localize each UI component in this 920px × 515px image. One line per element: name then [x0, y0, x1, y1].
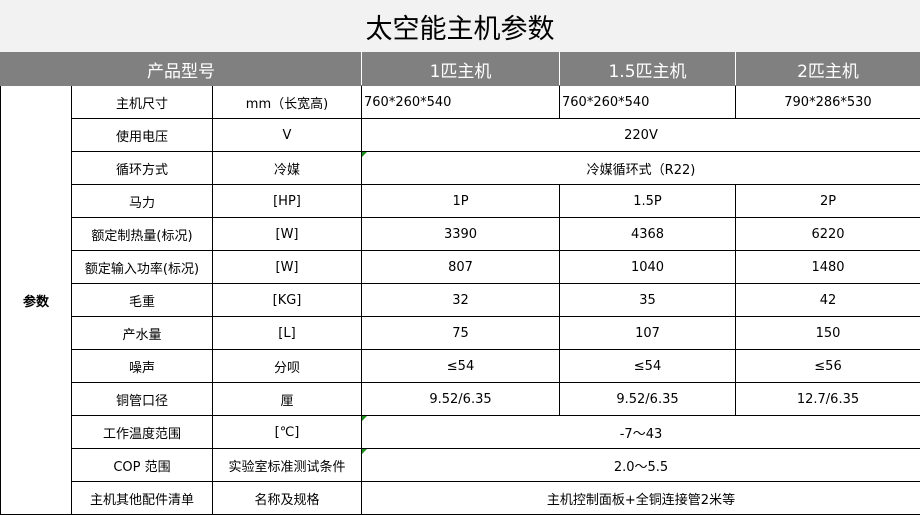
cell-value-merged: 2.0～5.5 — [361, 448, 920, 482]
row-name: 噪声 — [71, 349, 213, 383]
table-row: 主机其他配件清单 名称及规格 主机控制面板+全铜连接管2米等 — [1, 481, 920, 515]
cell-value: 3390 — [361, 217, 560, 251]
row-name: 产水量 — [71, 316, 213, 350]
cell-value: 32 — [361, 283, 560, 317]
row-name: 毛重 — [71, 283, 213, 317]
cell-value: 1040 — [559, 250, 736, 284]
table-row: 循环方式 冷媒 冷媒循环式（R22) — [1, 151, 920, 185]
table-row: 额定制热量(标况) [W] 3390 4368 6220 — [1, 217, 920, 251]
spec-table: 产品型号 1匹主机 1.5匹主机 2匹主机 参数 主机尺寸 mm（长宽高) 76… — [0, 52, 920, 515]
row-name: 额定输入功率(标况) — [71, 250, 213, 284]
header-col-3: 2匹主机 — [735, 52, 920, 86]
row-unit: 厘 — [212, 382, 362, 416]
cell-value: 1.5P — [559, 184, 736, 218]
table-row: 产水量 [L] 75 107 150 — [1, 316, 920, 350]
row-name: 使用电压 — [71, 118, 213, 152]
cell-value: 1P — [361, 184, 560, 218]
header-col-1: 1匹主机 — [361, 52, 560, 86]
cell-value: 1480 — [735, 250, 920, 284]
cell-value: 150 — [735, 316, 920, 350]
table-row: 铜管口径 厘 9.52/6.35 9.52/6.35 12.7/6.35 — [1, 382, 920, 416]
row-unit: 实验室标准测试条件 — [212, 448, 362, 482]
row-name: 铜管口径 — [71, 382, 213, 416]
table-row: 毛重 [KG] 32 35 42 — [1, 283, 920, 317]
header-product-model: 产品型号 — [0, 52, 362, 86]
row-unit: [W] — [212, 217, 362, 251]
row-name: 循环方式 — [71, 151, 213, 185]
side-label: 参数 — [0, 85, 72, 515]
table-row: 工作温度范围 [℃] -7～43 — [1, 415, 920, 449]
row-unit: [HP] — [212, 184, 362, 218]
cell-value-merged: -7～43 — [361, 415, 920, 449]
table-row: 额定输入功率(标况) [W] 807 1040 1480 — [1, 250, 920, 284]
table-header-row: 产品型号 1匹主机 1.5匹主机 2匹主机 — [0, 52, 920, 86]
cell-value: 2P — [735, 184, 920, 218]
cell-value: 4368 — [559, 217, 736, 251]
row-unit: mm（长宽高) — [212, 85, 362, 119]
table-row: 噪声 分呗 ≤54 ≤54 ≤56 — [1, 349, 920, 383]
row-unit: 冷媒 — [212, 151, 362, 185]
cell-value: ≤56 — [735, 349, 920, 383]
cell-value: 6220 — [735, 217, 920, 251]
table-row: 参数 主机尺寸 mm（长宽高) 760*260*540 760*260*540 … — [0, 85, 920, 515]
page-title: 太空能主机参数 — [0, 0, 920, 53]
row-unit: [KG] — [212, 283, 362, 317]
row-unit: V — [212, 118, 362, 152]
table-row: 马力 [HP] 1P 1.5P 2P — [1, 184, 920, 218]
cell-value: 790*286*530 — [735, 85, 920, 119]
header-col-2: 1.5匹主机 — [559, 52, 736, 86]
cell-value: ≤54 — [361, 349, 560, 383]
cell-value: 12.7/6.35 — [735, 382, 920, 416]
row-unit: [W] — [212, 250, 362, 284]
row-name: 工作温度范围 — [71, 415, 213, 449]
row-unit: [L] — [212, 316, 362, 350]
cell-value: 9.52/6.35 — [361, 382, 560, 416]
cell-value: 760*260*540 — [559, 85, 736, 119]
row-name: 马力 — [71, 184, 213, 218]
cell-value: 9.52/6.35 — [559, 382, 736, 416]
row-unit: 分呗 — [212, 349, 362, 383]
row-name: 主机尺寸 — [71, 85, 213, 119]
cell-value: 807 — [361, 250, 560, 284]
cell-value: 35 — [559, 283, 736, 317]
row-name: 额定制热量(标况) — [71, 217, 213, 251]
row-unit: 名称及规格 — [212, 481, 362, 515]
row-unit: [℃] — [212, 415, 362, 449]
cell-value: 760*260*540 — [361, 85, 560, 119]
table-row: COP 范围 实验室标准测试条件 2.0～5.5 — [1, 448, 920, 482]
cell-value-merged: 冷媒循环式（R22) — [361, 151, 920, 185]
cell-value-merged: 220V — [361, 118, 920, 152]
row-name: COP 范围 — [71, 448, 213, 482]
cell-value: ≤54 — [559, 349, 736, 383]
row-name: 主机其他配件清单 — [71, 481, 213, 515]
cell-value-merged: 主机控制面板+全铜连接管2米等 — [361, 481, 920, 515]
cell-value: 42 — [735, 283, 920, 317]
cell-value: 75 — [361, 316, 560, 350]
cell-value: 107 — [559, 316, 736, 350]
table-row: 使用电压 V 220V — [1, 118, 920, 152]
